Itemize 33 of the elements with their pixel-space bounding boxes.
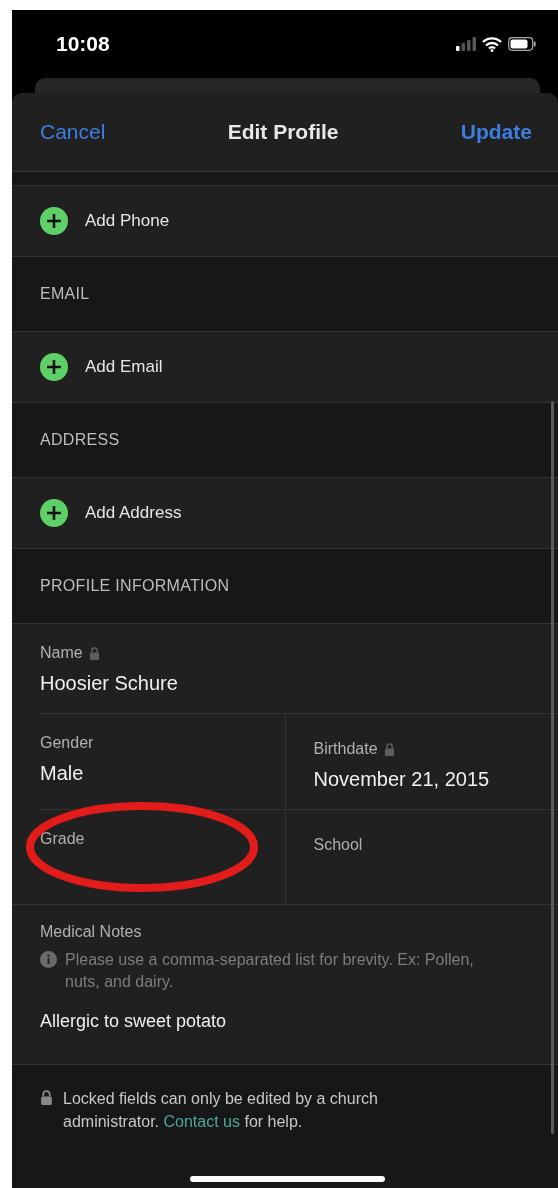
section-header: PROFILE INFORMATION: [40, 577, 230, 595]
field-value[interactable]: Male: [40, 762, 285, 785]
footer-text: Locked fields can only be edited by a church administrator. Contact us for help.: [63, 1089, 379, 1132]
medical-notes-field[interactable]: Allergic to sweet potato: [40, 1011, 498, 1032]
add-button[interactable]: Add Address: [85, 503, 182, 523]
status-time: 10:08: [56, 32, 110, 56]
info-icon: [40, 951, 57, 968]
signal-icon: [456, 37, 476, 51]
add-button[interactable]: Add Email: [85, 357, 163, 377]
lock-icon: [40, 1090, 53, 1105]
section-header: EMAIL: [40, 285, 90, 303]
field-label: Gender: [40, 734, 94, 752]
field-label: Grade: [40, 830, 85, 848]
field-label: School: [313, 836, 363, 854]
add-button[interactable]: Add Phone: [85, 211, 170, 231]
screen-title: Edit Profile: [227, 120, 339, 144]
field-label: Birthdate: [313, 740, 378, 758]
battery-icon: [508, 37, 536, 51]
field-value[interactable]: November 21, 2015: [313, 768, 558, 791]
cancel-button[interactable]: Cancel: [40, 120, 106, 144]
contact-link[interactable]: Contact us: [163, 1113, 240, 1130]
field-value[interactable]: Hoosier Schure: [40, 672, 558, 695]
add-icon: [40, 499, 68, 527]
hint-text: Please use a comma-separated list for brevity. Ex: Pollen, nuts, and dairy.: [65, 950, 475, 992]
field-label: Medical Notes: [40, 923, 142, 940]
lock-icon: [383, 742, 395, 756]
add-icon: [40, 353, 68, 381]
wifi-icon: [482, 36, 502, 52]
update-button[interactable]: Update: [460, 120, 532, 144]
section-header: ADDRESS: [40, 431, 120, 449]
field-label: Name: [40, 644, 83, 662]
lock-icon: [88, 646, 100, 660]
add-icon: [40, 207, 68, 235]
